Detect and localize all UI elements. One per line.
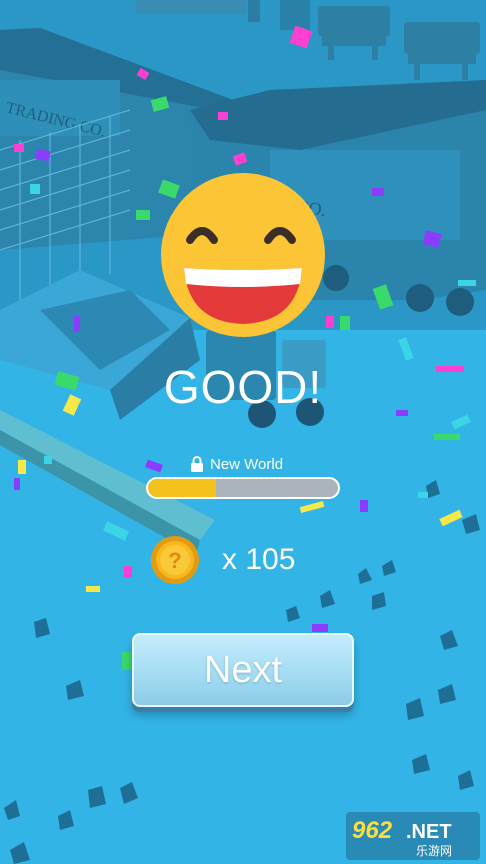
svg-text:?: ?: [168, 548, 181, 573]
grinning-face-icon: [161, 173, 325, 337]
next-button-label: Next: [203, 648, 283, 691]
watermark-number: 962: [352, 817, 393, 844]
coin-reward-row: ? x 105: [150, 534, 295, 586]
lock-icon: [191, 456, 203, 472]
coin-count: x 105: [222, 543, 296, 576]
unlock-progress-fill: [148, 479, 217, 497]
watermark-subtitle: 乐游网: [416, 844, 452, 858]
unlock-progress-row: New World: [190, 454, 283, 474]
unlock-progress-bar: [146, 477, 340, 499]
level-complete-overlay: GOOD! New World ? x 105 Next 962 .NET 乐游…: [0, 0, 486, 864]
site-watermark: 962 .NET 乐游网: [346, 812, 480, 860]
unlock-label: New World: [210, 455, 284, 473]
next-button[interactable]: Next: [132, 633, 354, 707]
watermark-suffix: .NET: [406, 821, 452, 843]
question-coin-icon: ?: [151, 536, 199, 584]
result-title: GOOD!: [163, 361, 323, 413]
